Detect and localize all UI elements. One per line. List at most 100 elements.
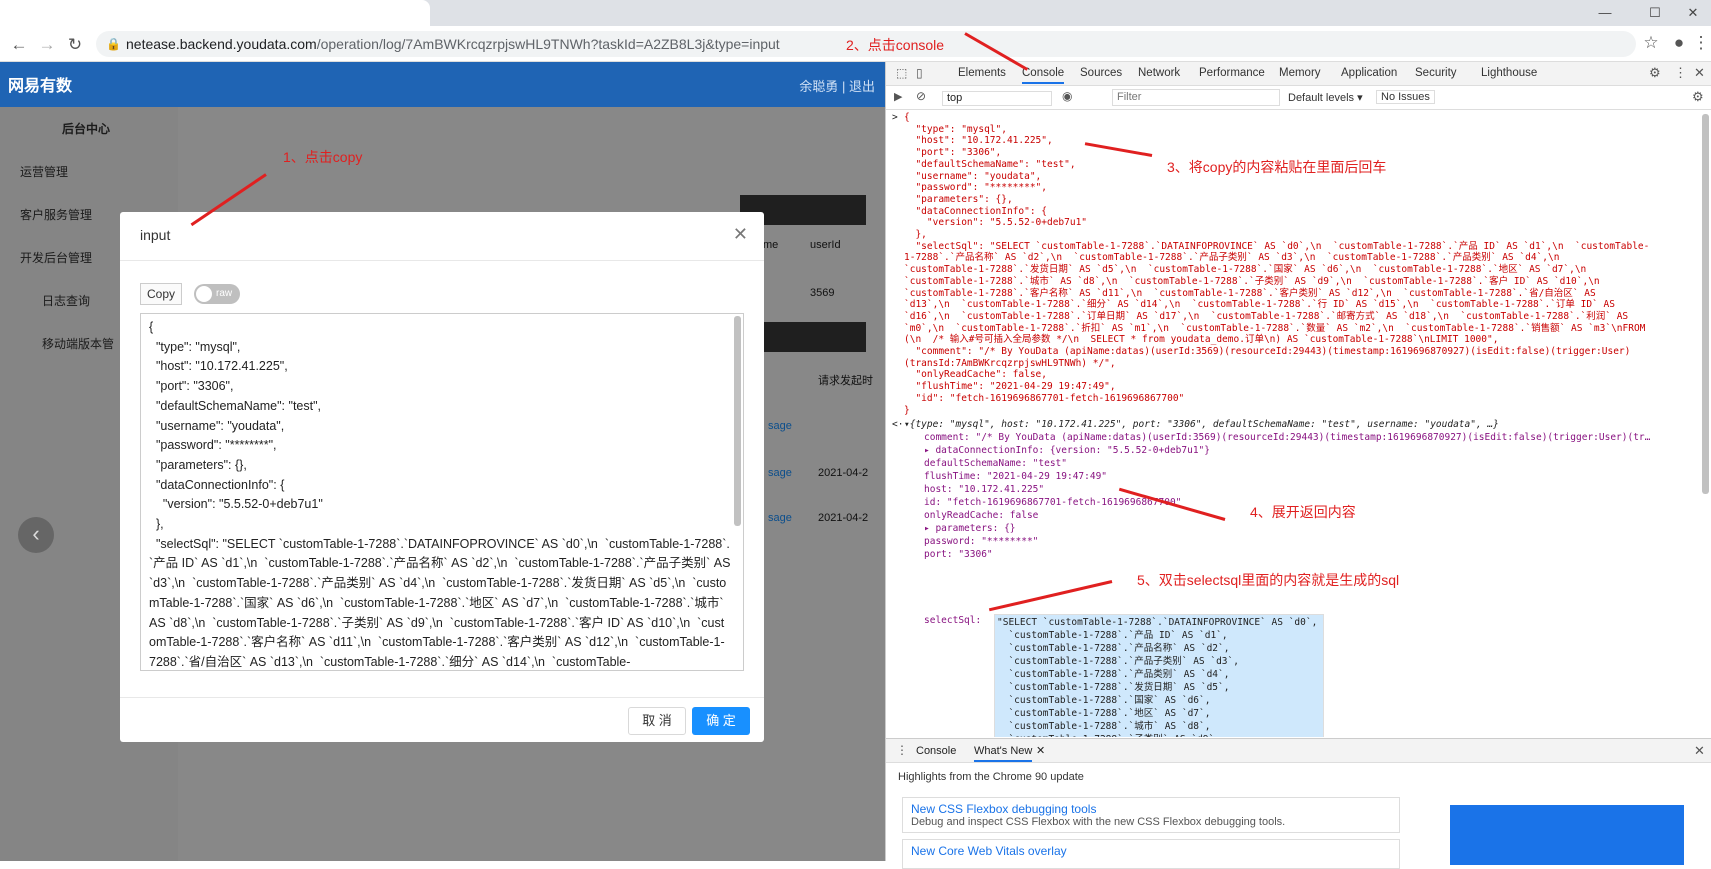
console-input-line: "username": "youdata", bbox=[904, 170, 1042, 182]
raw-label: raw bbox=[216, 288, 233, 299]
scrollbar[interactable] bbox=[734, 316, 741, 526]
json-content: { "type": "mysql", "host": "10.172.41.22… bbox=[149, 320, 731, 669]
drawer-tabs: ⋮ Console What's New ✕ ✕ bbox=[886, 739, 1711, 763]
whats-new-heading: Highlights from the Chrome 90 update bbox=[898, 771, 1084, 783]
url-host: netease.backend.youdata.com bbox=[126, 36, 317, 52]
console-input-line: "host": "10.172.41.225", bbox=[904, 135, 1053, 147]
console-settings-icon[interactable]: ⚙ bbox=[1692, 89, 1704, 105]
clear-console-icon[interactable]: ⊘ bbox=[916, 89, 926, 103]
console-input-line: (\n /* 输入#号可插入全局参数 */\n SELECT * from yo… bbox=[904, 334, 1499, 346]
tab-application[interactable]: Application bbox=[1341, 67, 1397, 79]
tab-security[interactable]: Security bbox=[1415, 67, 1457, 79]
console-input-line: 1-7288`.`产品名称` AS `d2`,\n `customTable-1… bbox=[904, 252, 1560, 264]
result-summary[interactable]: ▾{type: "mysql", host: "10.172.41.225", … bbox=[904, 419, 1499, 431]
forward-icon[interactable]: → bbox=[36, 34, 58, 56]
json-textarea[interactable]: { "type": "mysql", "host": "10.172.41.22… bbox=[140, 313, 744, 671]
carousel-prev-icon[interactable]: ‹ bbox=[18, 517, 54, 553]
console-input-line: "comment": "/* By YouData (apiName:datas… bbox=[904, 346, 1631, 357]
console-input-line: "password": "********", bbox=[904, 182, 1047, 194]
tab-strip: — ☐ ✕ bbox=[0, 0, 1711, 26]
confirm-button[interactable]: 确 定 bbox=[692, 707, 750, 735]
news-thumbnail bbox=[1450, 805, 1684, 865]
maximize-icon[interactable]: ☐ bbox=[1640, 4, 1670, 22]
console-scrollbar[interactable] bbox=[1702, 114, 1709, 494]
selectsql-line: `customTable-1-7288`.`地区` AS `d7`, bbox=[997, 708, 1211, 719]
console-input-line: "selectSql": "SELECT `customTable-1-7288… bbox=[904, 240, 1650, 252]
console-output[interactable]: > { "type": "mysql", "host": "10.172.41.… bbox=[886, 110, 1711, 737]
annotation-step5: 5、双击selectsql里面的内容就是生成的sql bbox=[1137, 572, 1400, 588]
result-property: onlyReadCache: false bbox=[924, 510, 1039, 521]
news-card-title[interactable]: New Core Web Vitals overlay bbox=[911, 844, 1391, 858]
back-icon[interactable]: ← bbox=[8, 34, 30, 56]
reload-icon[interactable]: ↻ bbox=[64, 34, 86, 56]
tab-console[interactable]: Console bbox=[1022, 67, 1065, 84]
annotation-step2: 2、点击console bbox=[846, 37, 945, 53]
eye-icon[interactable]: ◉ bbox=[1062, 89, 1072, 103]
close-icon[interactable]: ✕ bbox=[733, 224, 748, 245]
cancel-button[interactable]: 取 消 bbox=[628, 707, 686, 735]
annotation-step1: 1、点击copy bbox=[283, 149, 363, 165]
minimize-icon[interactable]: — bbox=[1590, 4, 1620, 22]
console-input-line: `d13`,\n `customTable-1-7288`.`细分` AS `d… bbox=[904, 299, 1615, 311]
tab-performance[interactable]: Performance bbox=[1199, 67, 1265, 79]
tab-memory[interactable]: Memory bbox=[1279, 67, 1321, 79]
news-card[interactable]: New CSS Flexbox debugging tools Debug an… bbox=[902, 797, 1400, 833]
selectsql-value-selected[interactable]: "SELECT `customTable-1-7288`.`DATAINFOPR… bbox=[994, 614, 1324, 737]
annotation-step4: 4、展开返回内容 bbox=[1250, 504, 1356, 520]
tab-sources[interactable]: Sources bbox=[1080, 67, 1122, 79]
close-tab-icon[interactable]: ✕ bbox=[1036, 744, 1045, 757]
selectsql-line: `customTable-1-7288`.`子类别` AS `d9`, bbox=[997, 734, 1220, 737]
filter-input[interactable]: Filter bbox=[1112, 89, 1280, 106]
web-page: 网易有数 余聪勇 | 退出 后台中心 运营管理 客户服务管理 开发后台管理 日志… bbox=[0, 62, 885, 861]
log-levels-select[interactable]: Default levels ▾ bbox=[1288, 91, 1363, 104]
console-input-line: `d16`,\n `customTable-1-7288`.`订单日期` AS … bbox=[904, 310, 1629, 322]
close-devtools-icon[interactable]: ✕ bbox=[1694, 65, 1705, 81]
divider bbox=[120, 697, 764, 698]
raw-toggle[interactable]: raw bbox=[194, 284, 240, 304]
selectsql-line: `customTable-1-7288`.`国家` AS `d6`, bbox=[997, 695, 1211, 706]
profile-avatar-icon[interactable]: ● bbox=[1668, 32, 1690, 54]
console-input-line: "parameters": {}, bbox=[904, 193, 1013, 205]
news-card[interactable]: New Core Web Vitals overlay bbox=[902, 839, 1400, 869]
drawer-menu-icon[interactable]: ⋮ bbox=[896, 743, 908, 757]
toggle-knob bbox=[196, 286, 212, 302]
tab-network[interactable]: Network bbox=[1138, 67, 1180, 79]
devtools-panel: ⬚ ▯ Elements Console Sources Network Per… bbox=[885, 62, 1711, 869]
result-property: ▸ dataConnectionInfo: {version: "5.5.52-… bbox=[924, 445, 1210, 456]
selectsql-line: `customTable-1-7288`.`产品子类别` AS `d3`, bbox=[997, 656, 1239, 667]
device-toggle-icon[interactable]: ▯ bbox=[916, 66, 923, 80]
settings-gear-icon[interactable]: ⚙ bbox=[1649, 65, 1661, 81]
result-property: comment: "/* By YouData (apiName:datas)(… bbox=[924, 432, 1651, 443]
selectsql-line: `customTable-1-7288`.`产品 ID` AS `d1`, bbox=[997, 630, 1228, 641]
bookmark-star-icon[interactable]: ☆ bbox=[1640, 32, 1662, 54]
selectsql-line: `customTable-1-7288`.`发货日期` AS `d5`, bbox=[997, 682, 1230, 693]
tab-elements[interactable]: Elements bbox=[958, 67, 1006, 79]
console-input-line: }, bbox=[904, 229, 927, 240]
context-select[interactable]: top bbox=[942, 91, 1052, 106]
close-window-icon[interactable]: ✕ bbox=[1678, 4, 1708, 22]
inspect-icon[interactable]: ⬚ bbox=[896, 66, 907, 80]
divider bbox=[120, 260, 764, 261]
user-menu[interactable]: 余聪勇 | 退出 bbox=[799, 76, 875, 95]
app-logo: 网易有数 bbox=[8, 78, 73, 95]
close-drawer-icon[interactable]: ✕ bbox=[1694, 743, 1705, 759]
news-card-desc: Debug and inspect CSS Flexbox with the n… bbox=[911, 816, 1286, 828]
copy-button[interactable]: Copy bbox=[140, 283, 182, 305]
app-header: 网易有数 余聪勇 | 退出 bbox=[0, 62, 885, 107]
result-property: id: "fetch-1619696867701-fetch-161969686… bbox=[924, 497, 1182, 508]
more-kebab-icon[interactable]: ⋮ bbox=[1674, 65, 1687, 81]
result-property: password: "********" bbox=[924, 536, 1039, 547]
console-input-line: (transId:7AmBWKrcqzrpjswHL9TNWh) */", bbox=[904, 357, 1116, 369]
sidebar-toggle-icon[interactable]: ▶ bbox=[894, 90, 902, 103]
drawer-tab-console[interactable]: Console bbox=[916, 745, 956, 757]
console-input-line: } bbox=[904, 404, 910, 416]
console-input-line: "id": "fetch-1619696867701-fetch-1619696… bbox=[904, 392, 1185, 404]
drawer-tab-whats-new[interactable]: What's New bbox=[974, 745, 1033, 762]
tab-lighthouse[interactable]: Lighthouse bbox=[1481, 67, 1537, 79]
menu-kebab-icon[interactable]: ⋮ bbox=[1690, 32, 1711, 54]
issues-badge[interactable]: No Issues bbox=[1376, 90, 1435, 104]
browser-tab-active[interactable] bbox=[0, 0, 430, 26]
console-input-line: "port": "3306", bbox=[904, 147, 1002, 159]
news-card-title[interactable]: New CSS Flexbox debugging tools bbox=[911, 802, 1391, 816]
result-property: ▸ parameters: {} bbox=[924, 523, 1016, 534]
